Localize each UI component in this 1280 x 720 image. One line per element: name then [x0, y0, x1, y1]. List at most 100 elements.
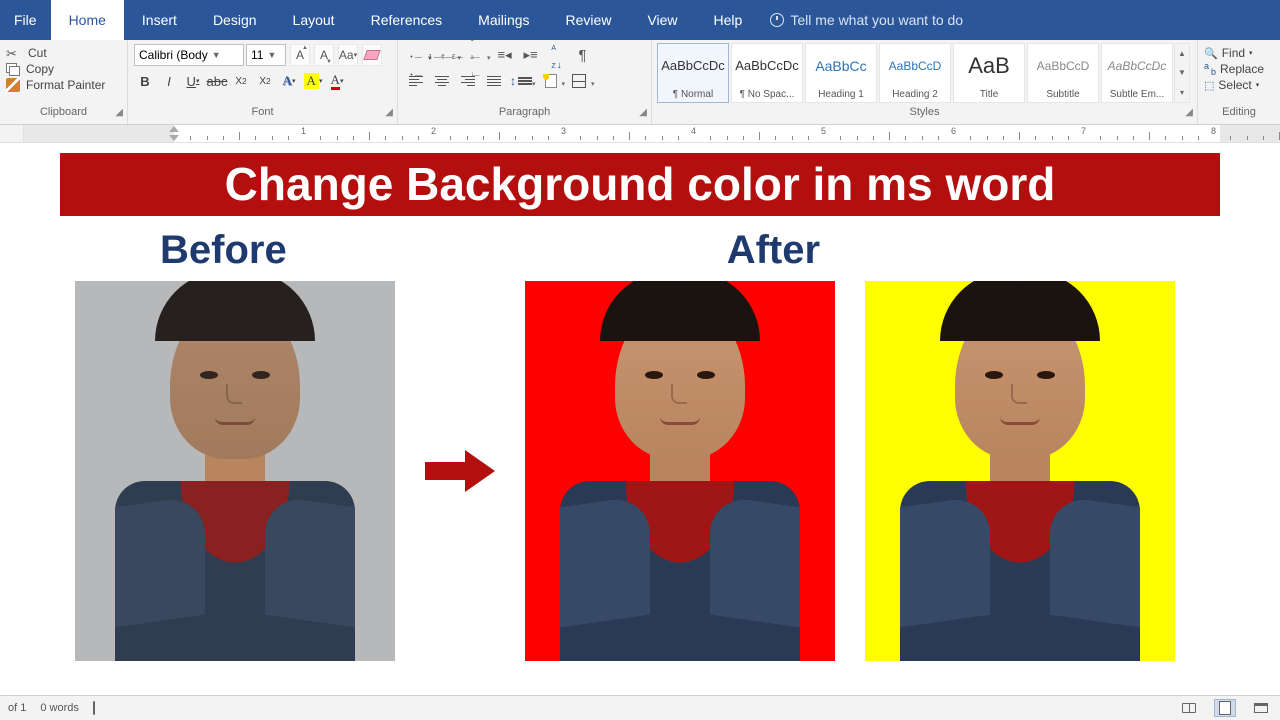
status-bar: of 1 0 words [0, 695, 1280, 720]
document-title-banner: Change Background color in ms word [60, 153, 1220, 216]
styles-group-label: Styles [910, 106, 940, 118]
superscript-button[interactable]: X2 [254, 70, 276, 92]
tab-layout[interactable]: Layout [275, 0, 353, 40]
decrease-indent-button[interactable]: ≡◂ [493, 44, 517, 66]
paragraph-launcher[interactable]: ◢ [639, 107, 647, 118]
styles-more: ▲ ▼ ▾ [1174, 43, 1190, 103]
style-no-spacing[interactable]: AaBbCcDc¶ No Spac... [731, 43, 803, 103]
increase-indent-button[interactable]: ▸≡ [519, 44, 543, 66]
replace-button[interactable]: Replace [1204, 62, 1274, 76]
style-heading1[interactable]: AaBbCcHeading 1 [805, 43, 877, 103]
bold-button[interactable]: B [134, 70, 156, 92]
font-launcher[interactable]: ◢ [385, 107, 393, 118]
subscript-button[interactable]: X2 [230, 70, 252, 92]
styles-up-button[interactable]: ▲ [1175, 44, 1189, 63]
web-icon [1254, 703, 1268, 713]
style-sample: AaB [954, 44, 1024, 87]
chevron-down-icon: ▼ [267, 50, 276, 60]
font-size-select[interactable]: 11 ▼ [246, 44, 286, 66]
read-mode-button[interactable] [1178, 699, 1200, 717]
brush-icon [6, 78, 20, 92]
align-center-button[interactable] [430, 70, 454, 92]
align-center-icon [435, 74, 449, 88]
font-name-select[interactable]: Calibri (Body▼ [134, 44, 244, 66]
clear-formatting-button[interactable] [362, 44, 382, 66]
tell-me-search[interactable]: Tell me what you want to do [760, 0, 973, 40]
shrink-font-button[interactable]: A [314, 44, 334, 66]
find-button[interactable]: Find▾ [1204, 46, 1274, 60]
print-layout-button[interactable] [1214, 699, 1236, 717]
spacing-chevron[interactable]: ▾ [532, 80, 536, 92]
ribbon-tabs: File Home Insert Design Layout Reference… [0, 0, 1280, 40]
tell-me-label: Tell me what you want to do [790, 12, 963, 28]
tab-review[interactable]: Review [548, 0, 630, 40]
style-sample: AaBbCc [806, 44, 876, 87]
border-icon [572, 74, 586, 88]
strikethrough-button[interactable]: abc [206, 70, 228, 92]
style-title[interactable]: AaBTitle [953, 43, 1025, 103]
format-painter-button[interactable]: Format Painter [6, 78, 121, 92]
find-icon [1204, 46, 1218, 60]
justify-button[interactable] [482, 70, 506, 92]
tab-file[interactable]: File [0, 0, 51, 40]
hanging-indent[interactable] [169, 135, 179, 141]
page-icon [1219, 701, 1231, 715]
horizontal-ruler[interactable]: /* ticks drawn below via JS for brevity … [0, 125, 1280, 143]
highlight-button[interactable]: A▾ [302, 70, 324, 92]
style-name: Title [954, 87, 1024, 102]
text-effects-button[interactable]: A▾ [278, 70, 300, 92]
font-size-value: 11 [251, 48, 263, 62]
tab-help[interactable]: Help [696, 0, 761, 40]
tab-view[interactable]: View [629, 0, 695, 40]
select-button[interactable]: Select▾ [1204, 78, 1274, 92]
copy-button[interactable]: Copy [6, 62, 121, 76]
cut-button[interactable]: Cut [6, 46, 121, 60]
styles-launcher[interactable]: ◢ [1185, 107, 1193, 118]
style-subtle-emphasis[interactable]: AaBbCcDcSubtle Em... [1101, 43, 1173, 103]
tab-home[interactable]: Home [51, 0, 124, 40]
sort-button[interactable] [545, 44, 569, 66]
style-normal[interactable]: AaBbCcDc¶ Normal [657, 43, 729, 103]
word-count[interactable]: 0 words [40, 702, 79, 714]
page-indicator[interactable]: of 1 [8, 702, 26, 714]
style-heading2[interactable]: AaBbCcDHeading 2 [879, 43, 951, 103]
fill-icon [543, 74, 557, 88]
align-left-button[interactable] [404, 70, 428, 92]
clipboard-launcher[interactable]: ◢ [115, 107, 123, 118]
change-case-button[interactable]: Aa▾ [338, 44, 358, 66]
bullets-button[interactable] [404, 44, 428, 66]
styles-down-button[interactable]: ▼ [1175, 63, 1189, 82]
first-line-indent[interactable] [169, 126, 179, 132]
style-subtitle[interactable]: AaBbCcDSubtitle [1027, 43, 1099, 103]
font-color-button[interactable]: A▾ [326, 70, 348, 92]
multilevel-chevron[interactable]: ▾ [487, 54, 491, 66]
styles-expand-button[interactable]: ▾ [1175, 83, 1189, 102]
ruler-corner [0, 125, 24, 142]
show-marks-button[interactable]: ¶ [571, 44, 595, 66]
numbering-button[interactable] [434, 44, 458, 66]
underline-button[interactable]: U▾ [182, 70, 204, 92]
align-right-button[interactable] [456, 70, 480, 92]
justify-icon [487, 74, 501, 88]
line-spacing-button[interactable] [508, 70, 532, 92]
spell-check-icon[interactable] [93, 702, 95, 714]
ribbon: Cut Copy Format Painter Clipboard◢ Calib… [0, 40, 1280, 125]
find-label: Find [1222, 46, 1245, 60]
style-name: Subtle Em... [1102, 87, 1172, 102]
tab-insert[interactable]: Insert [124, 0, 195, 40]
italic-button[interactable]: I [158, 70, 180, 92]
tab-references[interactable]: References [353, 0, 461, 40]
scissors-icon [6, 46, 22, 60]
shading-chevron[interactable]: ▾ [562, 80, 566, 92]
shading-button[interactable] [538, 70, 562, 92]
multilevel-button[interactable] [463, 44, 487, 66]
eraser-icon [363, 50, 381, 60]
borders-chevron[interactable]: ▾ [591, 80, 595, 92]
borders-button[interactable] [567, 70, 591, 92]
style-sample: AaBbCcDc [732, 44, 802, 87]
style-name: Heading 1 [806, 87, 876, 102]
tab-design[interactable]: Design [195, 0, 275, 40]
style-sample: AaBbCcD [1028, 44, 1098, 87]
web-layout-button[interactable] [1250, 699, 1272, 717]
grow-font-button[interactable]: A [290, 44, 310, 66]
